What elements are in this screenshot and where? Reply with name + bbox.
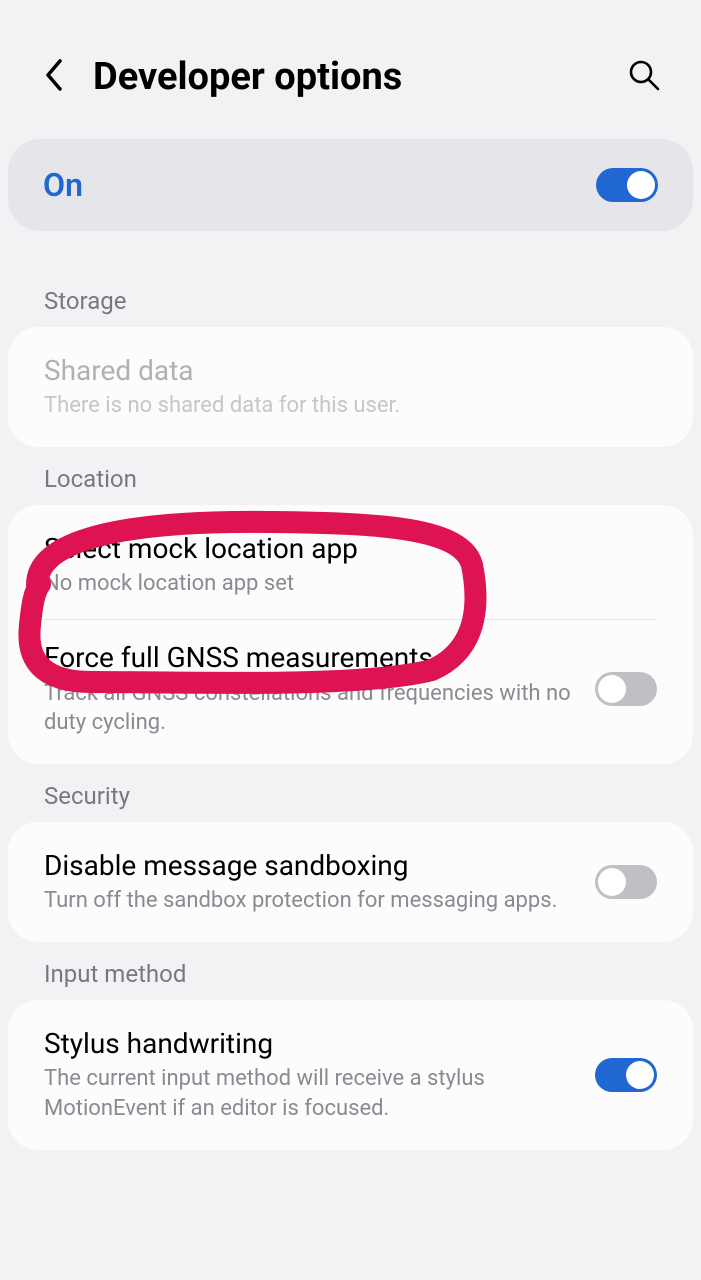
back-icon[interactable]	[40, 55, 68, 99]
sandbox-subtitle: Turn off the sandbox protection for mess…	[44, 886, 575, 916]
search-icon[interactable]	[627, 58, 661, 96]
developer-options-master-toggle[interactable]: On	[8, 139, 693, 231]
mock-location-title: Select mock location app	[44, 531, 657, 567]
sandbox-title: Disable message sandboxing	[44, 848, 575, 884]
master-toggle-switch[interactable]	[596, 168, 658, 202]
shared-data-title: Shared data	[44, 353, 657, 389]
stylus-handwriting-row[interactable]: Stylus handwriting The current input met…	[8, 1006, 693, 1144]
force-gnss-row[interactable]: Force full GNSS measurements Track all G…	[8, 620, 693, 758]
page-title: Developer options	[93, 55, 602, 99]
shared-data-row[interactable]: Shared data There is no shared data for …	[8, 333, 693, 441]
disable-sandbox-row[interactable]: Disable message sandboxing Turn off the …	[8, 828, 693, 936]
section-header-location: Location	[0, 447, 701, 505]
stylus-title: Stylus handwriting	[44, 1026, 575, 1062]
section-header-input: Input method	[0, 942, 701, 1000]
mock-location-subtitle: No mock location app set	[44, 569, 657, 599]
stylus-subtitle: The current input method will receive a …	[44, 1064, 575, 1123]
section-header-security: Security	[0, 764, 701, 822]
gnss-subtitle: Track all GNSS constellations and freque…	[44, 679, 575, 738]
gnss-toggle-switch[interactable]	[595, 672, 657, 706]
gnss-title: Force full GNSS measurements	[44, 640, 575, 676]
sandbox-toggle-switch[interactable]	[595, 865, 657, 899]
select-mock-location-row[interactable]: Select mock location app No mock locatio…	[8, 511, 693, 619]
shared-data-subtitle: There is no shared data for this user.	[44, 391, 657, 421]
stylus-toggle-switch[interactable]	[595, 1058, 657, 1092]
section-header-storage: Storage	[0, 269, 701, 327]
master-toggle-label: On	[43, 166, 83, 204]
